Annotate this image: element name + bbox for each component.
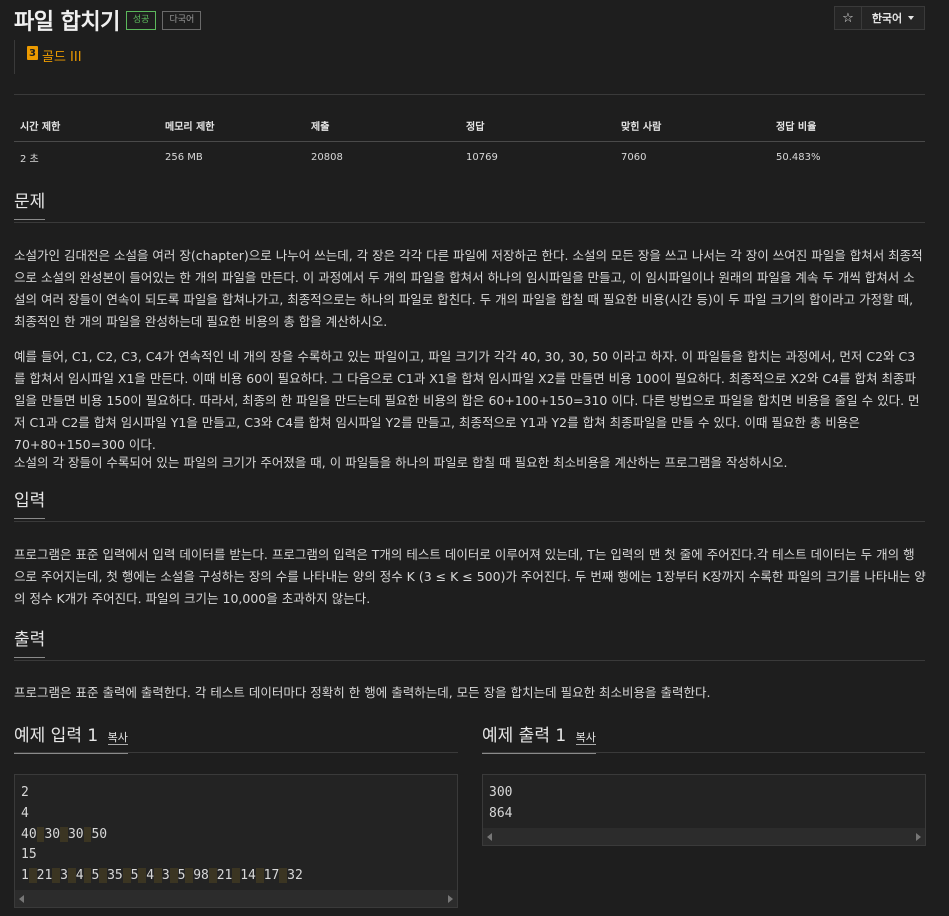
problem-section-header: 문제 [14,191,925,223]
table-cell: 50.483% [776,152,821,163]
horizontal-scrollbar[interactable] [15,890,457,907]
scroll-left-arrow-icon[interactable] [487,833,492,841]
status-badge-multilang[interactable]: 다국어 [162,10,202,30]
table-header: 정답 [460,110,615,142]
table-header: 맞힌 사람 [615,110,770,142]
header-actions: ☆ 한국어 [834,6,925,30]
sample-line: 1 21 3 4 5 35 5 4 3 5 98 21 14 17 32 [21,868,303,884]
scroll-right-arrow-icon[interactable] [448,895,453,903]
page-title: 파일 합치기 [14,10,120,35]
table-header: 메모리 제한 [159,110,305,142]
section-title: 출력 [14,629,46,658]
sample-line: 15 [21,847,37,863]
tier-label: 골드 III [42,50,82,65]
language-dropdown[interactable]: 한국어 [862,6,925,30]
sample-output-title-text: 예제 출력 1 [482,726,567,746]
sample-line: 4 [21,805,29,821]
table-header: 정답 비율 [770,110,925,142]
scroll-left-arrow-icon[interactable] [19,895,24,903]
section-title: 입력 [14,490,46,519]
problem-task-paragraph: 소설의 각 장들이 수록되어 있는 파일의 크기가 주어졌을 때, 이 파일들을… [14,455,788,470]
table-cell: 2 초 [20,154,39,165]
section-title: 문제 [14,191,46,220]
table-header: 시간 제한 [14,110,159,142]
problem-info-table: 시간 제한 메모리 제한 제출 정답 맞힌 사람 정답 비율 2 초 256 M… [14,110,925,173]
horizontal-scrollbar[interactable] [483,828,925,845]
output-description: 프로그램은 표준 출력에 출력한다. 각 테스트 데이터마다 정확히 한 행에 … [14,685,711,700]
problem-example-paragraph: 예를 들어, C1, C2, C3, C4가 연속적인 네 개의 장을 수록하고… [14,349,920,452]
table-header-row: 시간 제한 메모리 제한 제출 정답 맞힌 사람 정답 비율 [14,110,925,142]
table-header: 제출 [305,110,460,142]
star-icon[interactable]: ☆ [834,6,862,30]
table-cell: 256 MB [165,152,203,163]
status-badge-success[interactable]: 성공 [125,10,157,30]
table-cell: 20808 [311,152,343,163]
language-label: 한국어 [871,12,903,25]
sample-line: 864 [489,805,513,821]
tier-icon: 3 [27,46,38,60]
table-row: 2 초 256 MB 20808 10769 7060 50.483% [14,142,925,174]
input-description: 프로그램은 표준 입력에서 입력 데이터를 받는다. 프로그램의 입력은 T개의… [14,547,926,606]
sample-line: 40 30 30 50 [21,826,108,842]
sample-line: 2 [21,785,29,800]
problem-description-paragraph: 소설가인 김대전은 소설을 여러 장(chapter)으로 나누어 쓰는데, 각… [14,248,923,329]
sample-output-box[interactable]: 300 864 [482,774,926,846]
table-cell: 10769 [466,152,498,163]
sample-line: 300 [489,785,513,800]
tier-badge[interactable]: 3 골드 III [14,40,82,74]
problem-header: 파일 합치기 성공 다국어 [14,4,202,36]
divider [14,94,925,95]
sample-input-title: 예제 입력 1 복사 [14,725,128,754]
sample-input-title-text: 예제 입력 1 [14,726,99,746]
copy-button[interactable]: 복사 [107,731,128,745]
scroll-right-arrow-icon[interactable] [916,833,921,841]
sample-input-box[interactable]: 2 4 40 30 30 50 15 1 21 3 4 5 35 5 4 3 5 98 … [14,774,458,908]
output-section-header: 출력 [14,629,925,661]
input-section-header: 입력 [14,490,925,522]
sample-output-title: 예제 출력 1 복사 [482,725,596,754]
table-cell: 7060 [621,152,647,163]
sample-output-header: 예제 출력 1 복사 [482,725,925,754]
chevron-down-icon [908,16,915,20]
copy-button[interactable]: 복사 [575,731,596,745]
sample-input-header: 예제 입력 1 복사 [14,725,458,754]
